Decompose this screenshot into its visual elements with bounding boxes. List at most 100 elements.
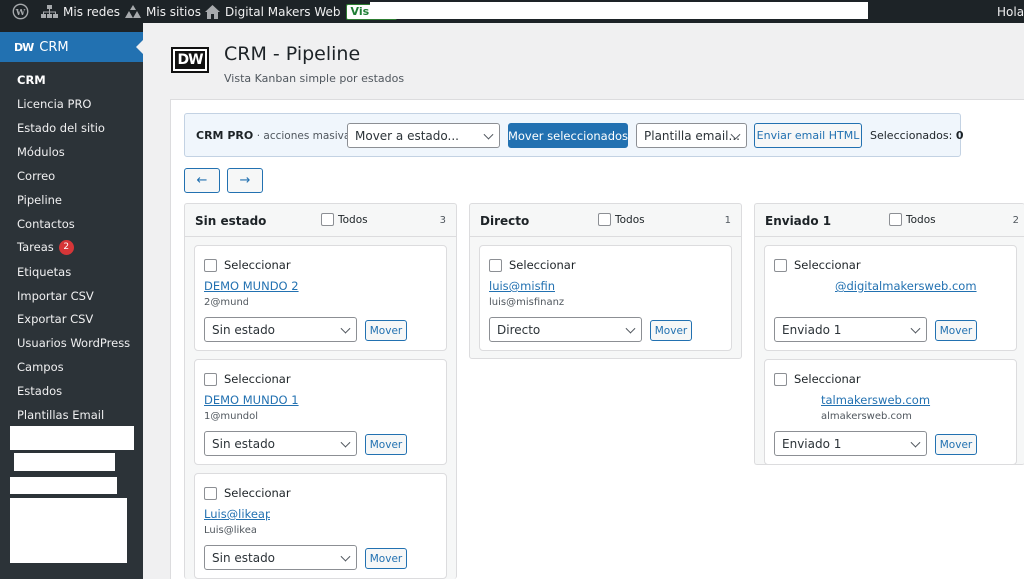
tasks-count-badge: 2: [58, 239, 74, 255]
select-all-toggle[interactable]: Todos: [321, 213, 368, 226]
dw-logo: DW: [171, 47, 209, 73]
column-header: Enviado 1 Todos 2: [755, 204, 1024, 237]
site-name-label: Digital Makers Web: [225, 4, 341, 19]
redacted-area: [370, 2, 868, 19]
redacted-block: [765, 276, 835, 310]
sidebar-item-contactos[interactable]: Contactos: [17, 216, 75, 232]
sidebar-item-label: Contactos: [17, 217, 75, 231]
sidebar-item-correo[interactable]: Correo: [17, 168, 55, 184]
greeting-label: Hola,: [997, 4, 1024, 19]
sidebar-item-label: Correo: [17, 169, 56, 183]
select-all-toggle[interactable]: Todos: [598, 213, 645, 226]
pipeline-column-enviado-1: Enviado 1 Todos 2 Seleccionar @digitalma…: [754, 203, 1024, 465]
select-all-checkbox[interactable]: [889, 213, 902, 226]
wordpress-logo-icon[interactable]: W: [12, 0, 29, 23]
card-select-label: Seleccionar: [224, 372, 291, 386]
sidebar-item-pipeline[interactable]: Pipeline: [17, 192, 62, 208]
sidebar-item-modulos[interactable]: Módulos: [17, 144, 65, 160]
account-menu[interactable]: Hola,: [997, 0, 1024, 23]
card-select-toggle[interactable]: Seleccionar: [774, 372, 861, 386]
contact-name-link[interactable]: Luis@likeapro: [204, 507, 270, 521]
card-status-select[interactable]: Sin estado: [204, 317, 357, 342]
sidebar-item-licencia-pro[interactable]: Licencia PRO: [17, 96, 92, 112]
card-status-value: Enviado 1: [782, 436, 842, 451]
redacted-block: [10, 498, 127, 563]
my-networks-menu[interactable]: Mis redes: [41, 0, 120, 23]
contact-name-link[interactable]: talmakersweb.com: [821, 393, 951, 407]
card-select-label: Seleccionar: [224, 258, 291, 272]
sidebar-item-estado-sitio[interactable]: Estado del sitio: [17, 120, 105, 136]
main-content: DW CRM - Pipeline Vista Kanban simple po…: [143, 23, 1024, 579]
column-count: 2: [1012, 215, 1019, 226]
sidebar-item-etiquetas[interactable]: Etiquetas: [17, 264, 71, 280]
card-select-toggle[interactable]: Seleccionar: [204, 486, 291, 500]
sidebar-item-estados[interactable]: Estados: [17, 383, 62, 399]
sidebar-item-label: Usuarios WordPress: [17, 336, 131, 350]
chevron-down-icon: [340, 437, 351, 448]
card-select-toggle[interactable]: Seleccionar: [774, 258, 861, 272]
column-count: 1: [724, 215, 731, 226]
bulk-actions-bar: CRM PRO · acciones masivas Mover a estad…: [184, 113, 963, 157]
column-title: Sin estado: [195, 214, 267, 228]
contact-email: Luis@likeap: [204, 525, 256, 536]
contact-card: Seleccionar talmakersweb.com almakersweb…: [764, 359, 1017, 465]
chevron-down-icon: [340, 551, 351, 562]
card-select-checkbox[interactable]: [204, 372, 217, 386]
card-select-toggle[interactable]: Seleccionar: [204, 258, 291, 272]
card-select-checkbox[interactable]: [204, 486, 217, 500]
scroll-left-button[interactable]: ←: [184, 168, 220, 193]
card-move-button[interactable]: Mover: [365, 320, 407, 341]
chevron-down-icon: [625, 323, 636, 334]
card-move-button[interactable]: Mover: [650, 320, 692, 341]
card-move-button[interactable]: Mover: [365, 434, 407, 455]
select-all-toggle[interactable]: Todos: [889, 213, 936, 226]
network-icon: [41, 4, 58, 19]
contact-name-link[interactable]: DEMO MUNDO 1: [204, 393, 354, 407]
card-status-value: Sin estado: [212, 436, 276, 451]
card-status-select[interactable]: Sin estado: [204, 431, 357, 456]
card-move-button[interactable]: Mover: [365, 548, 407, 569]
sidebar-item-plantillas-email[interactable]: Plantillas Email: [17, 407, 104, 423]
sidebar-item-label: Módulos: [17, 145, 65, 159]
contact-card: Seleccionar @digitalmakersweb.com Enviad…: [764, 245, 1017, 351]
contact-name-link[interactable]: @digitalmakersweb.com: [835, 279, 1015, 293]
card-select-checkbox[interactable]: [489, 258, 502, 272]
card-move-button[interactable]: Mover: [935, 320, 977, 341]
card-status-select[interactable]: Enviado 1: [774, 431, 927, 456]
contact-email: 2@mundo: [204, 297, 248, 308]
select-all-checkbox[interactable]: [598, 213, 611, 226]
redacted-block: [10, 426, 134, 450]
my-networks-label: Mis redes: [63, 4, 121, 19]
card-status-select[interactable]: Sin estado: [204, 545, 357, 570]
column-count: 3: [439, 215, 446, 226]
sidebar-item-campos[interactable]: Campos: [17, 359, 64, 375]
card-status-select[interactable]: Enviado 1: [774, 317, 927, 342]
email-template-select[interactable]: Plantilla email...: [636, 123, 747, 148]
card-move-button[interactable]: Mover: [935, 434, 977, 455]
card-select-checkbox[interactable]: [774, 372, 787, 386]
sidebar-item-usuarios-wordpress[interactable]: Usuarios WordPress: [17, 335, 130, 351]
sidebar-item-label: Pipeline: [17, 193, 63, 207]
card-select-checkbox[interactable]: [204, 258, 217, 272]
sidebar-menu-crm[interactable]: DW CRM: [0, 32, 143, 62]
contact-name-link[interactable]: DEMO MUNDO 2: [204, 279, 354, 293]
site-name-menu[interactable]: Digital Makers Web Visible: [205, 0, 398, 23]
redacted-block: [14, 453, 115, 471]
contact-name-link[interactable]: luis@misfina: [489, 279, 555, 293]
column-header: Directo Todos 1: [470, 204, 741, 237]
move-to-status-select[interactable]: Mover a estado...: [347, 123, 500, 148]
sidebar-item-tareas[interactable]: Tareas 2: [17, 239, 74, 255]
sidebar-item-exportar-csv[interactable]: Exportar CSV: [17, 311, 93, 327]
scroll-right-button[interactable]: →: [227, 168, 263, 193]
send-html-email-button[interactable]: Enviar email HTML: [754, 123, 862, 148]
card-status-select[interactable]: Directo: [489, 317, 642, 342]
card-select-checkbox[interactable]: [774, 258, 787, 272]
card-select-toggle[interactable]: Seleccionar: [489, 258, 576, 272]
my-sites-menu[interactable]: Mis sitios: [125, 0, 201, 23]
move-selected-button[interactable]: Mover seleccionados: [508, 123, 628, 148]
sidebar-item-label: Importar CSV: [17, 289, 94, 303]
sidebar-item-crm[interactable]: CRM: [17, 72, 46, 88]
card-select-toggle[interactable]: Seleccionar: [204, 372, 291, 386]
select-all-checkbox[interactable]: [321, 213, 334, 226]
sidebar-item-importar-csv[interactable]: Importar CSV: [17, 288, 94, 304]
